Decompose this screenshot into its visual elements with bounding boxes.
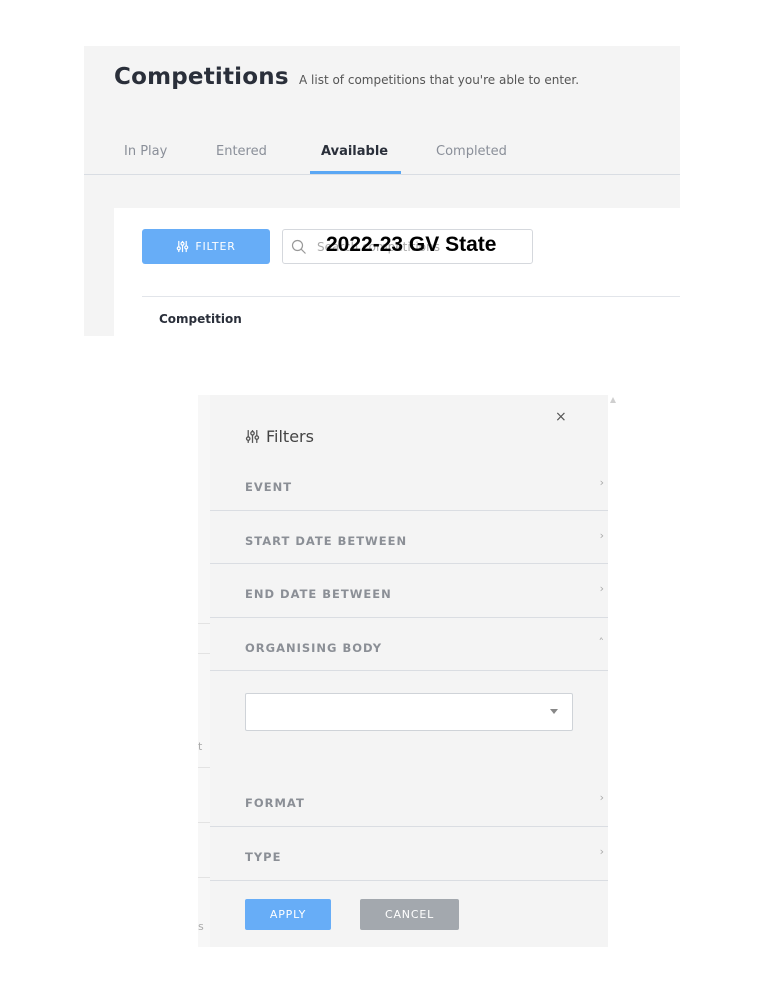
tab-available[interactable]: Available — [321, 144, 388, 159]
competition-tabs: In Play Entered Available Completed — [84, 138, 680, 175]
filter-button-label: FILTER — [195, 240, 236, 253]
organising-body-select[interactable] — [245, 693, 573, 731]
chevron-right-icon: › — [599, 476, 604, 489]
section-label: TYPE — [245, 850, 282, 864]
background-row-line — [198, 623, 210, 624]
filter-button[interactable]: FILTER — [142, 229, 270, 264]
filter-section-organising-body[interactable]: ORGANISING BODY ˄ — [210, 618, 608, 671]
filters-drawer: × Filters EVENT › START DATE BETWEEN › E… — [210, 395, 608, 947]
close-icon[interactable]: × — [555, 409, 567, 425]
background-row-line — [198, 767, 210, 768]
scrollbar-up-arrow-icon[interactable] — [610, 397, 616, 403]
caret-down-icon — [550, 709, 558, 714]
drawer-title: Filters — [266, 427, 314, 446]
section-divider — [210, 880, 608, 881]
column-header-competition: Competition — [159, 312, 242, 326]
section-label: ORGANISING BODY — [245, 641, 383, 655]
chevron-right-icon: › — [599, 845, 604, 858]
sliders-icon — [245, 430, 260, 443]
page-subtitle: A list of competitions that you're able … — [299, 73, 580, 87]
chevron-up-icon: ˄ — [598, 636, 605, 649]
section-label: EVENT — [245, 480, 293, 494]
section-label: END DATE BETWEEN — [245, 587, 392, 601]
chevron-right-icon: › — [599, 582, 604, 595]
tab-in-play[interactable]: In Play — [124, 144, 167, 159]
chevron-right-icon: › — [599, 529, 604, 542]
divider — [142, 296, 680, 297]
background-row-line — [198, 822, 210, 823]
tab-completed[interactable]: Completed — [436, 144, 507, 159]
background-text-fragment: t — [198, 740, 203, 753]
background-row-line — [198, 877, 210, 878]
filter-section-format[interactable]: FORMAT › — [210, 773, 608, 826]
filters-drawer-container: t s × Filters EVENT › START DATE BETWEEN… — [198, 395, 620, 947]
filter-section-start-date[interactable]: START DATE BETWEEN › — [210, 511, 608, 564]
section-divider — [210, 670, 608, 671]
page-title: Competitions — [114, 64, 289, 90]
filter-section-end-date[interactable]: END DATE BETWEEN › — [210, 564, 608, 617]
drawer-header: Filters — [245, 427, 314, 446]
chevron-right-icon: › — [599, 791, 604, 804]
sliders-icon — [177, 240, 189, 253]
section-label: FORMAT — [245, 796, 305, 810]
search-input[interactable]: Search competitions 2022-23 GV State — [282, 229, 533, 264]
apply-button[interactable]: APPLY — [245, 899, 331, 930]
tab-entered[interactable]: Entered — [216, 144, 267, 159]
competitions-panel: Competitions A list of competitions that… — [84, 46, 680, 336]
active-tab-indicator — [310, 171, 401, 174]
search-icon — [291, 239, 306, 254]
competitions-card: FILTER Search competitions 2022-23 GV St… — [114, 208, 680, 336]
search-overlay-text: 2022-23 GV State — [326, 233, 497, 256]
cancel-button[interactable]: CANCEL — [360, 899, 459, 930]
filter-section-event[interactable]: EVENT › — [210, 457, 608, 510]
section-label: START DATE BETWEEN — [245, 534, 408, 548]
background-text-fragment: s — [198, 920, 204, 933]
background-page-hint: t s — [198, 395, 210, 947]
filter-section-type[interactable]: TYPE › — [210, 827, 608, 880]
background-row-line — [198, 653, 210, 654]
